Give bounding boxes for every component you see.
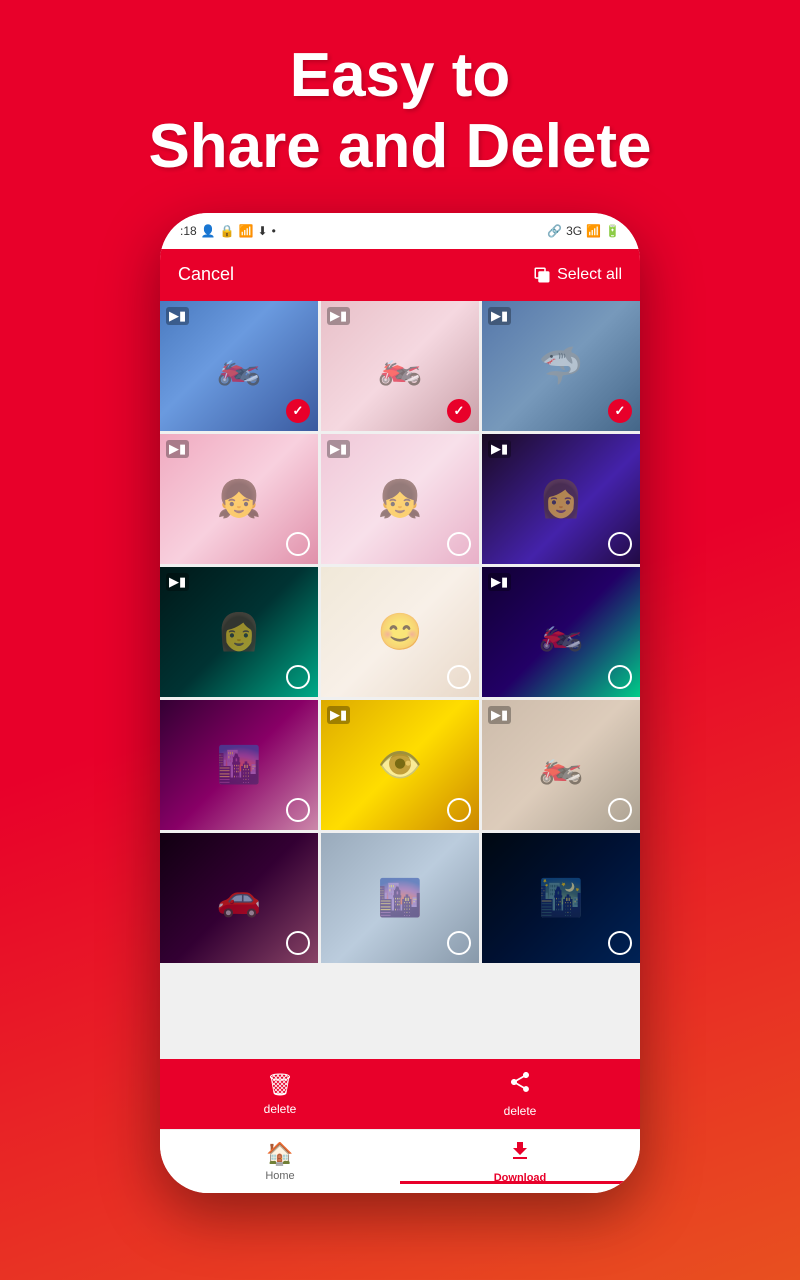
grid-item-4[interactable]: 👧 ▶▮ [160,434,318,564]
status-dot: • [272,224,276,238]
status-portrait-icon: 👤 [201,224,216,238]
video-icon-6: ▶▮ [488,440,511,458]
grid-item-emoji-2: 🏍️ [378,345,423,387]
nav-download[interactable]: Download [400,1139,640,1184]
phone-mockup: :18 👤 🔒 📶 ⬇ • 🔗 3G 📶 🔋 Cancel Select all [160,213,640,1193]
grid-item-12[interactable]: 🏍️ ▶▮ [482,700,640,830]
video-icon-7: ▶▮ [166,573,189,591]
grid-item-11[interactable]: 👁️ ▶▮ [321,700,479,830]
video-icon-1: ▶▮ [166,307,189,325]
status-time: :18 [180,224,197,238]
bottom-nav: 🏠 Home Download [160,1129,640,1193]
grid-item-14[interactable]: 🌆 [321,833,479,963]
video-icon-3: ▶▮ [488,307,511,325]
status-signal-icon: 📶 [239,224,254,238]
share-button[interactable]: delete [400,1070,640,1118]
grid-item-emoji-3: 🦈 [539,345,584,387]
grid-item-emoji-9: 🏍️ [539,611,584,653]
grid-item-emoji-10: 🌆 [217,744,262,786]
status-network: 3G [566,224,582,238]
grid-item-emoji-13: 🚗 [217,877,262,919]
select-circle-11[interactable] [447,798,471,822]
grid-item-emoji-11: 👁️ [378,744,423,786]
nav-active-indicator [400,1181,640,1184]
grid-item-emoji-12: 🏍️ [539,744,584,786]
grid-item-8[interactable]: 😊 [321,567,479,697]
video-icon-12: ▶▮ [488,706,511,724]
select-circle-2[interactable] [447,399,471,423]
video-icon-9: ▶▮ [488,573,511,591]
download-nav-icon [508,1139,532,1169]
status-signal-bars: 📶 [586,224,601,238]
grid-item-emoji-5: 👧 [378,478,423,520]
grid-item-emoji-6: 👩 [539,478,584,520]
select-circle-9[interactable] [608,665,632,689]
grid-item-5[interactable]: 👧 ▶▮ [321,434,479,564]
select-circle-6[interactable] [608,532,632,556]
app-header: Cancel Select all [160,249,640,301]
nav-home[interactable]: 🏠 Home [160,1141,400,1182]
video-icon-2: ▶▮ [327,307,350,325]
hero-title: Easy to Share and Delete [88,0,711,213]
status-link-icon: 🔗 [547,224,562,238]
grid-item-9[interactable]: 🏍️ ▶▮ [482,567,640,697]
grid-item-2[interactable]: 🏍️ ▶▮ [321,301,479,431]
grid-item-emoji-1: 🏍️ [217,345,262,387]
select-circle-10[interactable] [286,798,310,822]
select-all-label: Select all [557,266,622,284]
grid-item-emoji-4: 👧 [217,478,262,520]
grid-item-emoji-14: 🌆 [378,877,423,919]
delete-button[interactable]: 🗑 delete [160,1072,400,1116]
select-circle-14[interactable] [447,931,471,955]
grid-item-10[interactable]: 🌆 [160,700,318,830]
select-circle-8[interactable] [447,665,471,689]
select-circle-13[interactable] [286,931,310,955]
share-label: delete [504,1104,537,1118]
grid-item-13[interactable]: 🚗 [160,833,318,963]
select-circle-1[interactable] [286,399,310,423]
select-all-icon [533,266,551,284]
select-circle-12[interactable] [608,798,632,822]
select-circle-3[interactable] [608,399,632,423]
home-icon: 🏠 [266,1141,293,1167]
share-icon [508,1070,532,1100]
status-right: 🔗 3G 📶 🔋 [547,224,620,238]
status-battery: 🔋 [605,224,620,238]
grid-item-emoji-15: 🌃 [539,877,584,919]
status-lock-icon: 🔒 [220,224,235,238]
select-all-button[interactable]: Select all [533,266,622,284]
home-label: Home [265,1170,294,1182]
grid-item-1[interactable]: 🏍️ ▶▮ [160,301,318,431]
status-download-icon: ⬇ [258,224,268,238]
trash-icon: 🗑 [266,1072,294,1098]
select-circle-15[interactable] [608,931,632,955]
video-icon-11: ▶▮ [327,706,350,724]
photo-grid: 🏍️ ▶▮ 🏍️ ▶▮ 🦈 ▶▮ 👧 ▶▮ 👧 ▶▮ 👩 ▶▮ 👩 ▶▮ 😊 🏍️ ▶▮ 🌆 👁️ ▶▮ 🏍️ ▶▮ 🚗 🌆 🌃 [160,301,640,963]
grid-item-emoji-8: 😊 [378,611,423,653]
grid-item-7[interactable]: 👩 ▶▮ [160,567,318,697]
action-bar: 🗑 delete delete [160,1059,640,1129]
video-icon-5: ▶▮ [327,440,350,458]
cancel-button[interactable]: Cancel [178,264,234,285]
video-icon-4: ▶▮ [166,440,189,458]
status-bar: :18 👤 🔒 📶 ⬇ • 🔗 3G 📶 🔋 [160,213,640,249]
grid-item-6[interactable]: 👩 ▶▮ [482,434,640,564]
photo-grid-container: 🏍️ ▶▮ 🏍️ ▶▮ 🦈 ▶▮ 👧 ▶▮ 👧 ▶▮ 👩 ▶▮ 👩 ▶▮ 😊 🏍️ ▶▮ 🌆 👁️ ▶▮ 🏍️ ▶▮ 🚗 🌆 🌃 [160,301,640,1059]
grid-item-3[interactable]: 🦈 ▶▮ [482,301,640,431]
select-circle-7[interactable] [286,665,310,689]
status-left: :18 👤 🔒 📶 ⬇ • [180,224,276,238]
select-circle-4[interactable] [286,532,310,556]
grid-item-emoji-7: 👩 [217,611,262,653]
select-circle-5[interactable] [447,532,471,556]
delete-label: delete [264,1102,297,1116]
grid-item-15[interactable]: 🌃 [482,833,640,963]
